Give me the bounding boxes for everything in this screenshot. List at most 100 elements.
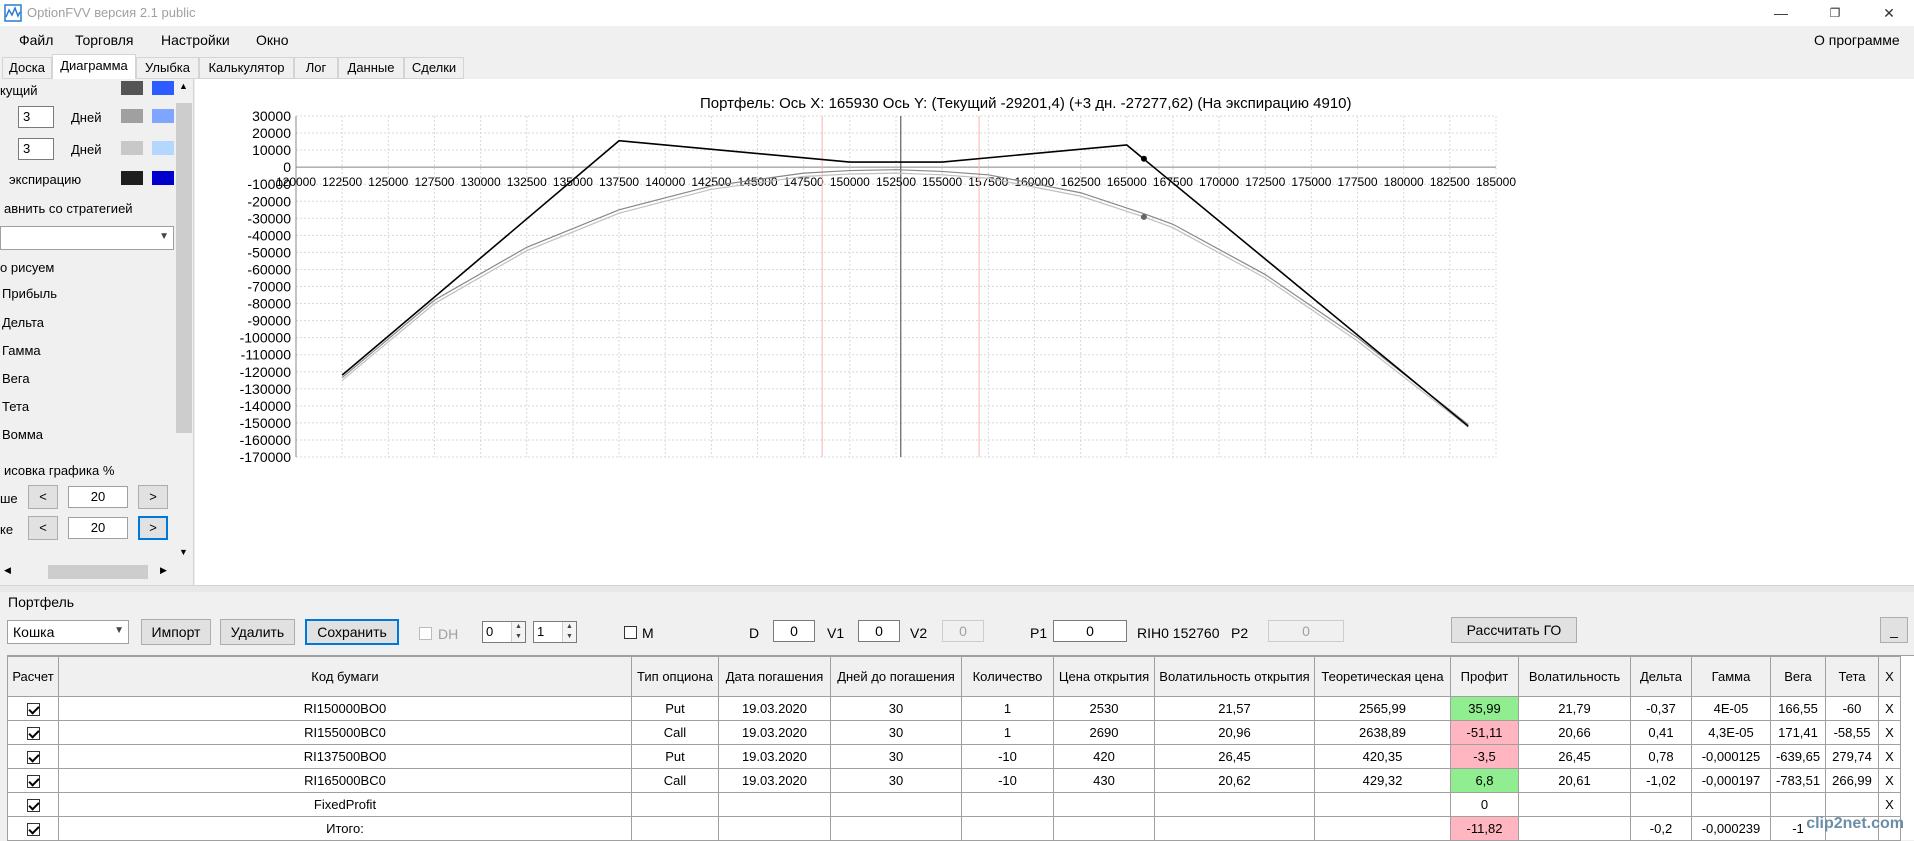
days2-input[interactable]: 3 [18, 138, 54, 160]
cell-theo[interactable]: 420,35 [1314, 744, 1451, 769]
cell-qty[interactable] [961, 816, 1054, 841]
scroll-down-icon[interactable]: ▼ [179, 547, 188, 557]
cell-price[interactable]: 420 [1053, 744, 1155, 769]
cell-vega[interactable]: -639,65 [1770, 744, 1826, 769]
calc-checkbox[interactable] [26, 799, 40, 813]
cell-vol-open[interactable]: 20,62 [1154, 768, 1315, 793]
cell-theo[interactable]: 429,32 [1314, 768, 1451, 793]
option-profit[interactable]: Прибыль [2, 286, 57, 301]
col-header-code[interactable]: Код бумаги [58, 656, 632, 697]
cell-date[interactable]: 19.03.2020 [718, 696, 831, 721]
cell-delta[interactable]: -0,2 [1630, 816, 1692, 841]
cell-days[interactable] [830, 792, 962, 817]
cell-delta[interactable]: -1,02 [1630, 768, 1692, 793]
cell-qty[interactable]: 1 [961, 720, 1054, 745]
cell-theta[interactable]: 266,99 [1825, 768, 1879, 793]
cell-theta[interactable]: 279,74 [1825, 744, 1879, 769]
upper-scale-input[interactable]: 20 [68, 486, 128, 508]
cell-profit[interactable]: -3,5 [1450, 744, 1519, 769]
col-header-theo[interactable]: Теоретическая цена [1314, 656, 1451, 697]
delete-row-button[interactable]: X [1878, 696, 1901, 721]
col-header-date[interactable]: Дата погашения [718, 656, 831, 697]
menu-trading[interactable]: Торговля [75, 32, 133, 48]
menu-file[interactable]: Файл [19, 32, 53, 48]
table-row[interactable]: RI150000BO0 Put 19.03.2020 30 1 2530 21,57 2565… [7, 696, 1901, 721]
expiry-alt-color[interactable] [152, 171, 174, 185]
calc-checkbox-cell[interactable] [7, 768, 59, 793]
current-line-color[interactable] [121, 81, 143, 95]
cell-vega[interactable]: 171,41 [1770, 720, 1826, 745]
cell-days[interactable]: 30 [830, 768, 962, 793]
portfolio-select[interactable]: Кошка ▼ [7, 620, 129, 644]
calc-checkbox-cell[interactable] [7, 792, 59, 817]
cell-delta[interactable]: 0,78 [1630, 744, 1692, 769]
cell-vega[interactable]: -783,51 [1770, 768, 1826, 793]
cell-vol[interactable] [1518, 792, 1631, 817]
calc-checkbox-cell[interactable] [7, 720, 59, 745]
dh-checkbox[interactable] [419, 627, 432, 640]
delete-row-button[interactable]: X [1878, 720, 1901, 745]
cell-code[interactable]: RI165000BC0 [58, 768, 632, 793]
compare-strategy-select[interactable]: ▼ [0, 226, 174, 250]
menu-settings[interactable]: Настройки [161, 32, 230, 48]
cell-theta[interactable]: -60 [1825, 696, 1879, 721]
import-button[interactable]: Импорт [141, 619, 211, 645]
cell-gamma[interactable]: -0,000197 [1691, 768, 1771, 793]
delete-row-button[interactable]: X [1878, 792, 1901, 817]
close-button[interactable]: ✕ [1866, 0, 1912, 26]
table-row[interactable]: RI165000BC0 Call 19.03.2020 30 -10 430 20,62 42… [7, 768, 1901, 793]
cell-vol-open[interactable]: 21,57 [1154, 696, 1315, 721]
calc-checkbox[interactable] [26, 775, 40, 789]
cell-days[interactable]: 30 [830, 744, 962, 769]
calc-checkbox[interactable] [26, 727, 40, 741]
collapse-button[interactable]: _ [1880, 617, 1908, 643]
calc-checkbox-cell[interactable] [7, 696, 59, 721]
cell-price[interactable] [1053, 816, 1155, 841]
cell-vol[interactable] [1518, 816, 1631, 841]
cell-profit[interactable]: 35,99 [1450, 696, 1519, 721]
scroll-left-icon[interactable]: ◀ [4, 565, 11, 576]
cell-gamma[interactable]: 4,3E-05 [1691, 720, 1771, 745]
delete-row-button[interactable]: X [1878, 744, 1901, 769]
col-header-vol[interactable]: Волатильность [1518, 656, 1631, 697]
cell-theo[interactable]: 2565,99 [1314, 696, 1451, 721]
delete-button[interactable]: Удалить [220, 619, 295, 645]
days1-input[interactable]: 3 [18, 106, 54, 128]
save-button[interactable]: Сохранить [305, 619, 399, 645]
cell-vol[interactable]: 20,61 [1518, 768, 1631, 793]
cell-profit[interactable]: -51,11 [1450, 720, 1519, 745]
col-header-qty[interactable]: Количество [961, 656, 1054, 697]
m-checkbox[interactable] [624, 626, 637, 639]
lower-scale-input[interactable]: 20 [68, 517, 128, 539]
col-header-x[interactable]: X [1878, 656, 1901, 697]
menu-window[interactable]: Окно [256, 32, 289, 48]
left-panel-hscroll[interactable]: ◀ ▶ [0, 563, 175, 581]
spin-arrows-icon[interactable]: ▲ ▼ [562, 622, 576, 642]
cell-price[interactable] [1053, 792, 1155, 817]
days1-line-color[interactable] [121, 109, 143, 123]
table-row[interactable]: Итого: -11,82 -0,2 -0,000239 -1 [7, 816, 1901, 841]
table-row[interactable]: RI155000BC0 Call 19.03.2020 30 1 2690 20,96 263… [7, 720, 1901, 745]
table-row[interactable]: FixedProfit 0 X [7, 792, 1901, 817]
cell-gamma[interactable]: -0,000125 [1691, 744, 1771, 769]
d-input[interactable]: 0 [773, 620, 815, 642]
cell-vol-open[interactable] [1154, 792, 1315, 817]
col-header-type[interactable]: Тип опциона [631, 656, 719, 697]
cell-delta[interactable]: 0,41 [1630, 720, 1692, 745]
vscroll-thumb[interactable] [176, 103, 192, 433]
col-header-price[interactable]: Цена открытия [1053, 656, 1155, 697]
cell-date[interactable]: 19.03.2020 [718, 744, 831, 769]
delete-row-button[interactable]: X [1878, 768, 1901, 793]
cell-vol-open[interactable]: 20,96 [1154, 720, 1315, 745]
tab-smile[interactable]: Улыбка [136, 57, 199, 79]
cell-type[interactable] [631, 816, 719, 841]
hscroll-thumb[interactable] [48, 565, 148, 579]
cell-vol[interactable]: 26,45 [1518, 744, 1631, 769]
cell-qty[interactable] [961, 792, 1054, 817]
expiry-line-color[interactable] [121, 171, 143, 185]
col-header-gamma[interactable]: Гамма [1691, 656, 1771, 697]
tab-calculator[interactable]: Калькулятор [199, 57, 294, 79]
calc-checkbox-cell[interactable] [7, 816, 59, 841]
cell-date[interactable]: 19.03.2020 [718, 768, 831, 793]
cell-theta[interactable] [1825, 792, 1879, 817]
